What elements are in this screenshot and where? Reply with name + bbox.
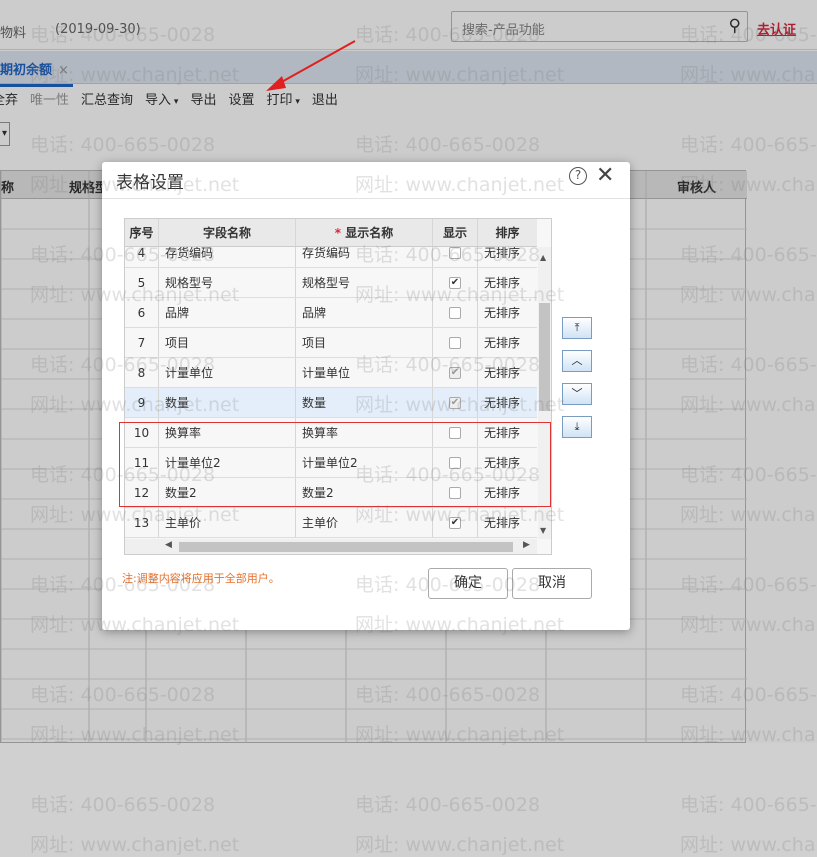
watermark-text: 网址: www.chanjet.net: [355, 834, 565, 856]
annotation-arrow: [266, 40, 356, 91]
watermark-text: 网址: www.chanjet.net: [30, 834, 240, 856]
watermark-text: 电话: 400-665-0028: [680, 794, 817, 816]
watermark-text: 电话: 400-665-0028: [355, 794, 541, 816]
watermark-text: 电话: 400-665-0028: [30, 794, 216, 816]
watermark-text: 网址: www.chanjet.net: [680, 834, 817, 856]
